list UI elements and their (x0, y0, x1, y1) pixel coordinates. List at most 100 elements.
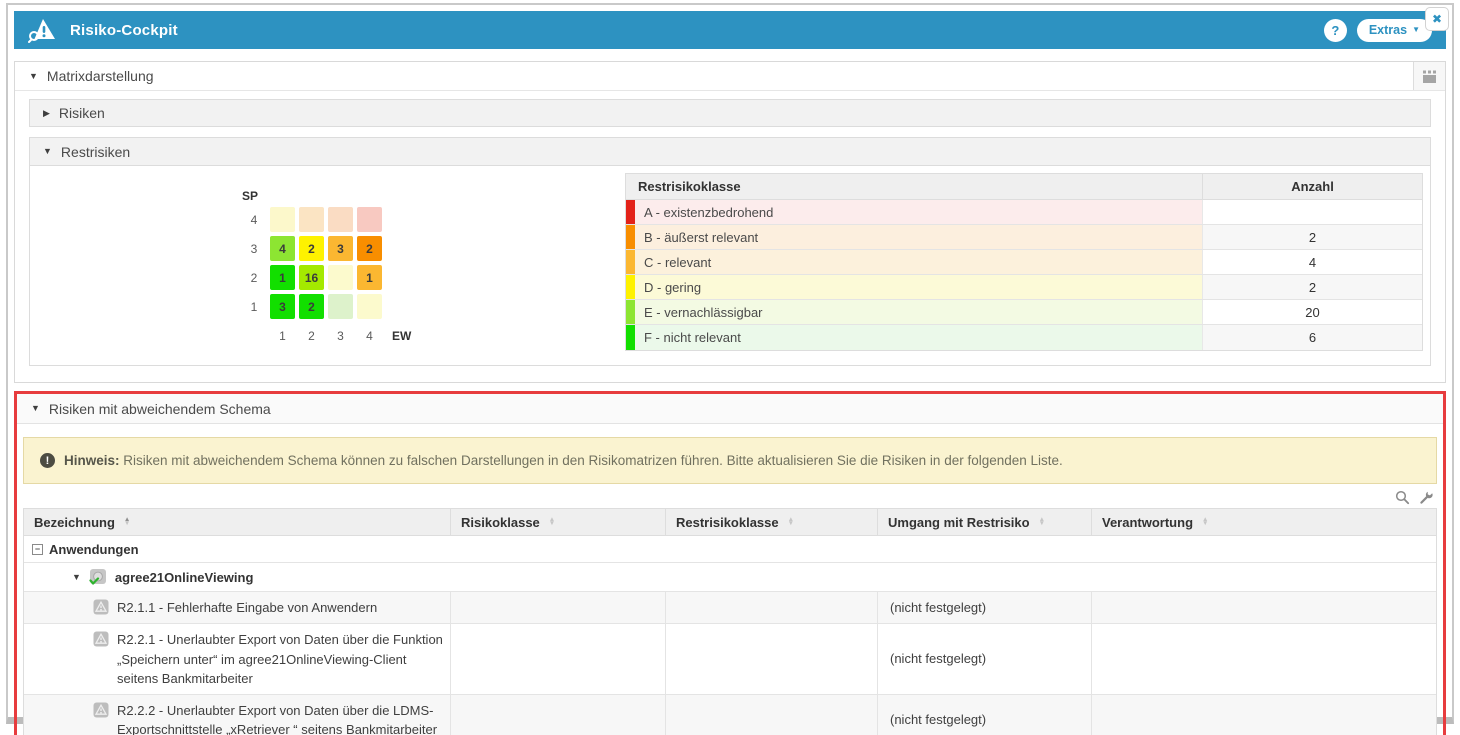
column-header-umgang[interactable]: Umgang mit Restrisiko ▲▼ (877, 509, 1091, 535)
class-color-bar (626, 200, 635, 224)
matrix-cell[interactable] (357, 294, 382, 319)
hint-text: Risiken mit abweichendem Schema können z… (123, 453, 1063, 468)
risk-risikoklasse (450, 592, 665, 623)
matrix-y-tick: 1 (242, 300, 266, 314)
matrix-x-tick: 2 (299, 329, 324, 343)
column-header-restrisikoklasse[interactable]: Restrisikoklasse ▲▼ (665, 509, 877, 535)
risk-umgang: (nicht festgelegt) (877, 592, 1091, 623)
class-count: 6 (1202, 325, 1422, 350)
application-icon (89, 569, 107, 586)
risk-verantwortung (1091, 624, 1436, 694)
risk-umgang: (nicht festgelegt) (877, 624, 1091, 694)
risiken-header[interactable]: ▶ Risiken (29, 99, 1431, 127)
class-color-bar (626, 325, 635, 350)
table-row[interactable]: A - existenzbedrohend (626, 200, 1422, 225)
matrix-y-axis-label: SP (242, 189, 266, 203)
risk-bezeichnung: R2.1.1 - Fehlerhafte Eingabe von Anwende… (117, 597, 377, 618)
restrisikoklasse-table: Restrisikoklasse Anzahl A - existenzbedr… (625, 173, 1423, 351)
schema-section-highlight: ▼ Risiken mit abweichendem Schema ! Hinw… (14, 391, 1446, 735)
column-header-bezeichnung[interactable]: Bezeichnung ▲▼ (24, 509, 450, 535)
class-label: B - äußerst relevant (635, 225, 1202, 249)
risk-row[interactable]: R2.2.2 - Unerlaubter Export von Daten üb… (24, 695, 1436, 735)
table-row[interactable]: F - nicht relevant 6 (626, 325, 1422, 350)
extras-label: Extras (1369, 23, 1407, 37)
matrix-x-tick: 4 (357, 329, 382, 343)
risk-bezeichnung: R2.2.1 - Unerlaubter Export von Daten üb… (117, 629, 450, 689)
class-label: C - relevant (635, 250, 1202, 274)
risk-restrisikoklasse (665, 624, 877, 694)
collapse-caret-icon: ▼ (31, 404, 40, 413)
risk-icon (93, 599, 109, 618)
matrix-cell[interactable]: 2 (357, 236, 382, 261)
class-label: A - existenzbedrohend (635, 200, 1202, 224)
matrix-cell[interactable]: 2 (299, 294, 324, 319)
extras-button[interactable]: Extras ▼ (1357, 19, 1432, 42)
table-row[interactable]: E - vernachlässigbar 20 (626, 300, 1422, 325)
schema-section-header[interactable]: ▼ Risiken mit abweichendem Schema (17, 394, 1443, 424)
group-row-anwendungen[interactable]: − Anwendungen (24, 536, 1436, 563)
search-button[interactable] (1395, 490, 1410, 505)
table-row[interactable]: C - relevant 4 (626, 250, 1422, 275)
class-label: F - nicht relevant (635, 325, 1202, 350)
matrix-cell[interactable] (299, 207, 324, 232)
sort-icon: ▲▼ (549, 518, 555, 527)
table-row[interactable]: B - äußerst relevant 2 (626, 225, 1422, 250)
matrix-x-tick: 3 (328, 329, 353, 343)
matrix-cell[interactable]: 1 (270, 265, 295, 290)
tree-row-application[interactable]: ▼ agree21OnlineViewing (24, 563, 1436, 592)
risk-verantwortung (1091, 695, 1436, 735)
matrix-cell[interactable] (328, 294, 353, 319)
risk-row[interactable]: R2.2.1 - Unerlaubter Export von Daten üb… (24, 624, 1436, 695)
titlebar: Risiko-Cockpit ? Extras ▼ (14, 11, 1446, 49)
app-title: Risiko-Cockpit (70, 22, 178, 39)
help-button[interactable]: ? (1324, 19, 1347, 42)
collapse-caret-icon: ▶ (43, 109, 50, 118)
matrix-x-axis-label: EW (386, 329, 426, 343)
panel-grid-icon (1421, 69, 1439, 84)
app-window: Risiko-Cockpit ? Extras ▼ ✖ ▼ Matrixdars… (6, 3, 1454, 724)
matrix-cell[interactable]: 3 (270, 294, 295, 319)
panel-layout-button[interactable] (1413, 62, 1445, 90)
risk-row[interactable]: R2.1.1 - Fehlerhafte Eingabe von Anwende… (24, 592, 1436, 624)
class-count: 2 (1202, 275, 1422, 299)
restrisiken-panel: ▼ Restrisiken SP 4 (29, 137, 1431, 366)
matrix-cell[interactable] (328, 265, 353, 290)
sort-icon: ▲▼ (1039, 518, 1045, 527)
class-count: 20 (1202, 300, 1422, 324)
column-header-verantwortung[interactable]: Verantwortung ▲▼ (1091, 509, 1436, 535)
column-header-risikoklasse[interactable]: Risikoklasse ▲▼ (450, 509, 665, 535)
class-count (1202, 200, 1422, 224)
matrix-cell[interactable]: 16 (299, 265, 324, 290)
risk-icon (93, 702, 109, 721)
risk-umgang: (nicht festgelegt) (877, 695, 1091, 735)
table-row[interactable]: D - gering 2 (626, 275, 1422, 300)
schema-section-title: Risiken mit abweichendem Schema (49, 401, 271, 417)
matrix-cell[interactable] (270, 207, 295, 232)
sort-icon: ▲▼ (1202, 518, 1208, 527)
hint-box: ! Hinweis: Risiken mit abweichendem Sche… (23, 437, 1437, 484)
sort-icon: ▲▼ (124, 518, 130, 527)
risk-verantwortung (1091, 592, 1436, 623)
risk-matrix: SP 4 3 4 2 3 2 (242, 178, 426, 348)
matrix-cell[interactable]: 4 (270, 236, 295, 261)
matrix-cell[interactable]: 3 (328, 236, 353, 261)
settings-button[interactable] (1419, 490, 1434, 505)
matrix-cell[interactable] (328, 207, 353, 232)
class-color-bar (626, 275, 635, 299)
restrisiken-header[interactable]: ▼ Restrisiken (30, 138, 1430, 166)
close-button[interactable]: ✖ (1425, 7, 1449, 31)
matrix-y-tick: 3 (242, 242, 266, 256)
matrix-cell[interactable]: 2 (299, 236, 324, 261)
matrix-cell[interactable] (357, 207, 382, 232)
class-color-bar (626, 225, 635, 249)
matrixdarstellung-header[interactable]: ▼ Matrixdarstellung (15, 62, 1445, 91)
risk-risikoklasse (450, 624, 665, 694)
collapse-caret-icon: ▼ (43, 147, 52, 156)
matrix-cell[interactable]: 1 (357, 265, 382, 290)
matrix-y-tick: 2 (242, 271, 266, 285)
table-header-row: Restrisikoklasse Anzahl (626, 174, 1422, 200)
search-icon (1395, 490, 1410, 505)
group-label: Anwendungen (49, 542, 139, 557)
info-exclamation-icon: ! (40, 453, 55, 468)
risk-restrisikoklasse (665, 592, 877, 623)
